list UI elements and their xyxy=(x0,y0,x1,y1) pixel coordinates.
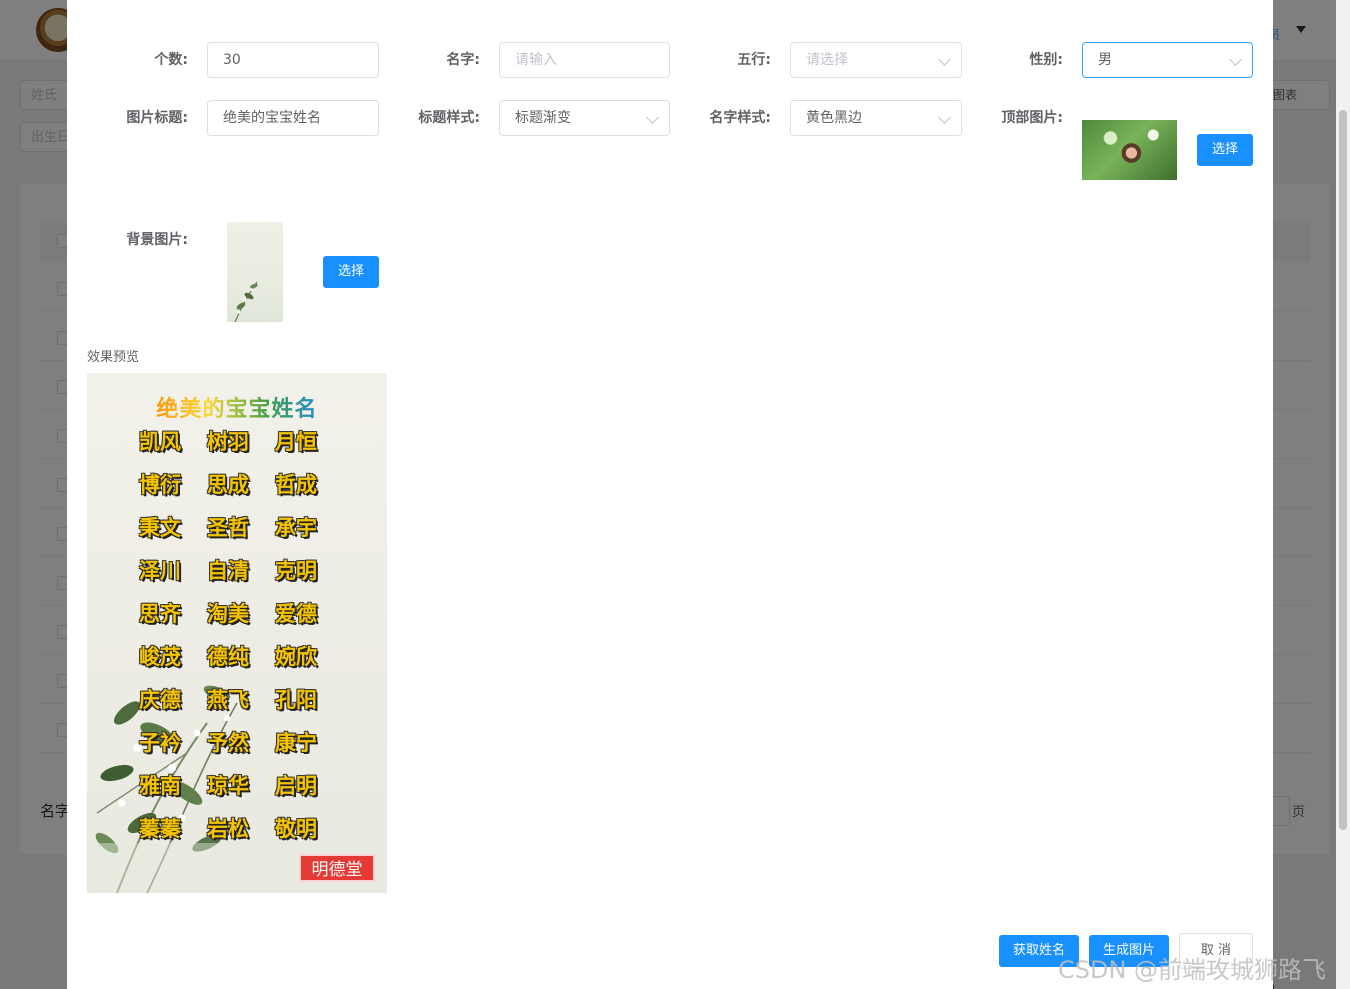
background-image-thumbnail xyxy=(227,222,283,322)
bg-image-label: 背景图片: xyxy=(126,232,188,248)
preview-name-item: 思齐 xyxy=(139,601,181,626)
preview-name-item: 自清 xyxy=(207,558,249,583)
preview-name-item: 孔阳 xyxy=(275,687,317,712)
preview-name-item: 泽川 xyxy=(139,558,181,583)
preview-name-item: 康宁 xyxy=(275,730,317,755)
title-style-select[interactable]: 标题渐变 xyxy=(499,100,670,136)
count-label: 个数: xyxy=(154,52,188,68)
name-style-label: 名字样式: xyxy=(709,110,771,126)
preview-name-item: 圣哲 xyxy=(207,515,249,540)
chevron-down-icon xyxy=(938,53,951,66)
wuxing-select-value: 请选择 xyxy=(806,52,848,68)
title-style-label: 标题样式: xyxy=(418,110,480,126)
preview-image: 绝美的宝宝姓名 凯风 树羽 月恒博衍 思成 哲成秉文 圣哲 承宇泽川 自清 克明思齐 淘美 爱德峻茂… xyxy=(87,373,387,893)
preview-seal: 明德堂 xyxy=(299,854,375,882)
gender-label: 性别: xyxy=(1029,52,1063,68)
image-title-input[interactable]: 绝美的宝宝姓名 xyxy=(207,100,379,136)
preview-name-item: 峻茂 xyxy=(139,644,181,669)
preview-name-item: 琼华 xyxy=(207,773,249,798)
preview-name-item: 德纯 xyxy=(207,644,249,669)
preview-name-item: 树羽 xyxy=(207,429,249,454)
csdn-watermark: CSDN @前端攻城狮路飞 xyxy=(1058,956,1327,984)
preview-name-item: 淘美 xyxy=(207,601,249,626)
preview-label: 效果预览 xyxy=(87,350,140,365)
preview-name-item: 克明 xyxy=(275,558,317,583)
preview-name-item: 启明 xyxy=(275,773,317,798)
name-label: 名字: xyxy=(446,52,480,68)
chevron-down-icon xyxy=(1229,53,1242,66)
preview-name-grid: 凯风 树羽 月恒博衍 思成 哲成秉文 圣哲 承宇泽川 自清 克明思齐 淘美 爱德峻茂 德纯 婉欣庆德 燕飞… xyxy=(139,427,339,843)
preview-name-item: 婉欣 xyxy=(275,644,317,669)
count-input[interactable]: 30 xyxy=(207,42,379,78)
preview-name-item: 予然 xyxy=(207,730,249,755)
preview-name-item: 爱德 xyxy=(275,601,317,626)
name-style-select-value: 黄色黑边 xyxy=(806,110,862,126)
preview-name-item: 岩松 xyxy=(207,816,249,841)
scrollbar-thumb[interactable] xyxy=(1339,110,1347,830)
preview-name-item: 燕飞 xyxy=(207,687,249,712)
preview-name-item: 凯风 xyxy=(139,429,181,454)
name-input[interactable]: 请输入 xyxy=(499,42,670,78)
preview-name-item: 承宇 xyxy=(275,515,317,540)
wuxing-label: 五行: xyxy=(737,52,771,68)
chevron-down-icon xyxy=(938,111,951,124)
chevron-down-icon xyxy=(646,111,659,124)
preview-name-item: 哲成 xyxy=(275,472,317,497)
select-top-image-button[interactable]: 选择 xyxy=(1197,134,1253,166)
preview-name-item: 敬明 xyxy=(275,816,317,841)
preview-name-item: 蓁蓁 xyxy=(139,816,181,841)
image-title-label: 图片标题: xyxy=(126,110,188,126)
top-image-thumbnail xyxy=(1082,120,1177,180)
preview-name-item: 秉文 xyxy=(139,515,181,540)
gender-select-value: 男 xyxy=(1098,52,1112,68)
plant-illustration xyxy=(234,281,258,322)
gender-select[interactable]: 男 xyxy=(1082,42,1253,78)
preview-name-item: 庆德 xyxy=(139,687,181,712)
title-style-select-value: 标题渐变 xyxy=(515,110,571,126)
preview-name-item: 思成 xyxy=(207,472,249,497)
preview-name-item: 月恒 xyxy=(275,429,317,454)
preview-name-item: 子衿 xyxy=(139,730,181,755)
preview-title: 绝美的宝宝姓名 xyxy=(87,391,387,423)
wuxing-select[interactable]: 请选择 xyxy=(790,42,962,78)
select-bg-image-button[interactable]: 选择 xyxy=(323,256,379,288)
name-style-select[interactable]: 黄色黑边 xyxy=(790,100,962,136)
preview-name-item: 雅南 xyxy=(139,773,181,798)
top-image-label: 顶部图片: xyxy=(1001,110,1063,126)
preview-name-item: 博衍 xyxy=(139,472,181,497)
